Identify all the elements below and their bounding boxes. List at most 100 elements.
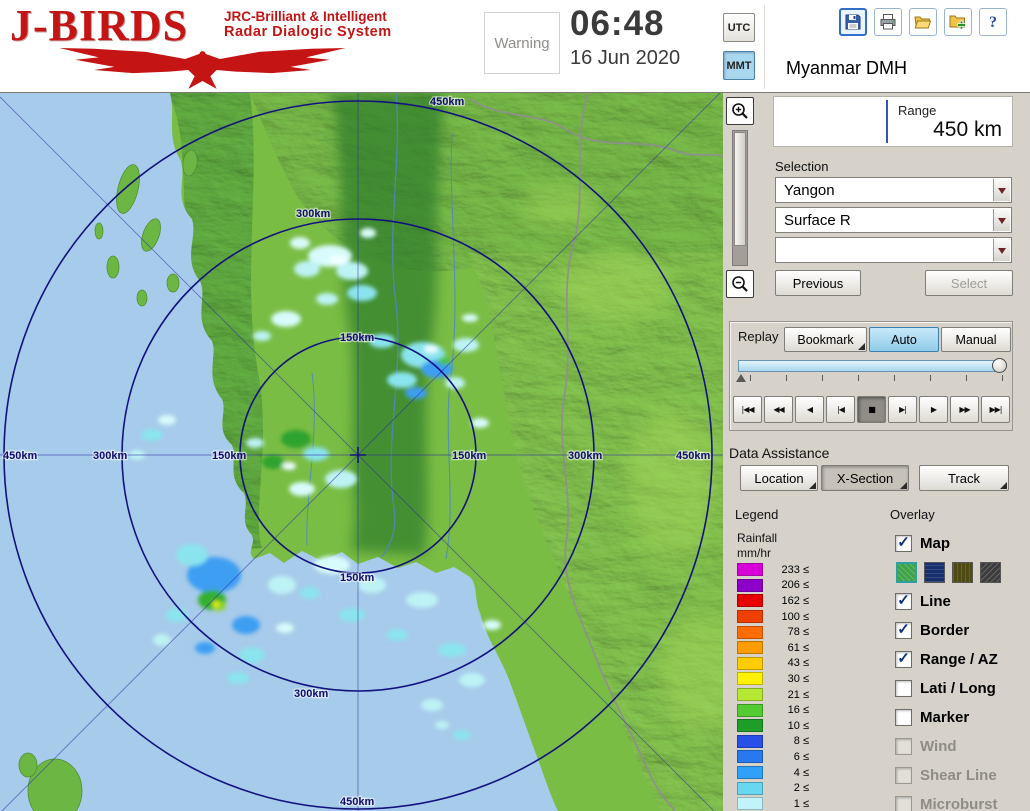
legend-value-label: 162 ≤: [781, 594, 809, 607]
da-track-button[interactable]: Track: [919, 465, 1009, 491]
extra-dropdown-button[interactable]: [993, 239, 1010, 261]
range-ring-label: 150km: [212, 450, 246, 462]
replay-timeline-slider[interactable]: [738, 358, 1007, 373]
legend-color-swatch: [737, 734, 763, 748]
map-style-dark-blue[interactable]: [924, 562, 945, 583]
print-button[interactable]: [874, 8, 902, 36]
header-separator: [764, 5, 765, 89]
checkbox-border[interactable]: ✓: [895, 622, 912, 639]
legend-color-swatch: [737, 563, 763, 577]
legend-value-label: 6 ≤: [793, 750, 809, 763]
playback-play-reverse-button[interactable]: ◀: [795, 396, 824, 423]
legend-row: 206 ≤: [737, 578, 857, 594]
range-ring-label: 450km: [430, 96, 464, 108]
overlay-item-map[interactable]: ✓ Map: [895, 529, 1030, 558]
overlay-item-border[interactable]: ✓ Border: [895, 616, 1030, 645]
legend-value-label: 4 ≤: [793, 766, 809, 779]
legend-row: 16 ≤: [737, 702, 857, 718]
manual-mode-button[interactable]: Manual: [941, 327, 1011, 352]
save-button[interactable]: [839, 8, 867, 36]
print-icon: [880, 14, 896, 30]
playback-rewind-button[interactable]: ◀◀: [764, 396, 793, 423]
checkbox-range-az[interactable]: ✓: [895, 651, 912, 668]
zoom-out-button[interactable]: [726, 270, 754, 298]
playback-controls: |◀◀ ◀◀ ◀ |◀ ■ ▶| ▶ ▶▶ ▶▶|: [733, 396, 1010, 423]
overlay-item-range-az[interactable]: ✓ Range / AZ: [895, 645, 1030, 674]
legend-value-label: 21 ≤: [787, 688, 809, 701]
slider-start-marker: [736, 374, 746, 382]
mmt-button[interactable]: MMT: [723, 51, 755, 80]
playback-skip-end-button[interactable]: ▶▶|: [981, 396, 1010, 423]
overlay-label-lati-long: Lati / Long: [920, 680, 996, 697]
playback-step-back-button[interactable]: |◀: [826, 396, 855, 423]
zoom-slider-thumb[interactable]: [734, 132, 746, 246]
overlay-item-line[interactable]: ✓ Line: [895, 587, 1030, 616]
checkbox-microburst: [895, 796, 912, 811]
map-style-dark-gray[interactable]: [980, 562, 1001, 583]
overlay-label-marker: Marker: [920, 709, 970, 726]
extra-dropdown[interactable]: [775, 237, 1012, 263]
playback-fast-forward-button[interactable]: ▶▶: [950, 396, 979, 423]
select-button[interactable]: Select: [925, 270, 1013, 296]
import-button[interactable]: [944, 8, 972, 36]
product-dropdown-button[interactable]: [993, 209, 1010, 231]
overlay-label-line: Line: [920, 593, 951, 610]
playback-stop-button[interactable]: ■: [857, 396, 886, 423]
map-style-terrain-green[interactable]: [896, 562, 917, 583]
auto-mode-button[interactable]: Auto: [869, 327, 939, 352]
clock-time: 06:48: [570, 4, 665, 43]
legend-unit-rainfall: Rainfall: [737, 531, 778, 545]
da-x-section-button[interactable]: X-Section: [821, 465, 909, 491]
map-style-dark-olive[interactable]: [952, 562, 973, 583]
zoom-in-button[interactable]: [726, 97, 754, 125]
range-ring-label: 300km: [568, 450, 602, 462]
radar-map-display[interactable]: 450km 300km 150km 450km 300km 150km 150km 300km…: [0, 92, 723, 811]
help-button[interactable]: ?: [979, 8, 1007, 36]
replay-section: Replay Bookmark Auto Manual |◀◀ ◀◀ ◀ |◀ ■ ▶| ▶…: [729, 321, 1013, 431]
header-bar: J-BIRDS JRC-Brilliant & Intelligent Rada…: [0, 0, 1030, 93]
svg-text:?: ?: [989, 14, 997, 31]
slider-tick: [966, 375, 967, 381]
utc-button[interactable]: UTC: [723, 13, 755, 42]
zoom-slider-track[interactable]: [732, 130, 748, 266]
station-name: Myanmar DMH: [786, 58, 908, 78]
product-dropdown[interactable]: Surface R: [775, 207, 1012, 233]
open-button[interactable]: [909, 8, 937, 36]
checkbox-line[interactable]: ✓: [895, 593, 912, 610]
site-dropdown-button[interactable]: [993, 179, 1010, 201]
legend-color-swatch: [737, 625, 763, 639]
range-label: Range: [898, 103, 937, 118]
overlay-item-lati-long[interactable]: Lati / Long: [895, 674, 1030, 703]
playback-step-forward-button[interactable]: ▶|: [888, 396, 917, 423]
legend-value-label: 8 ≤: [793, 735, 809, 748]
legend-row: 233 ≤: [737, 562, 857, 578]
checkbox-map[interactable]: ✓: [895, 535, 912, 552]
warning-button[interactable]: Warning: [484, 12, 560, 74]
range-ring-label: 150km: [340, 572, 374, 584]
legend-color-swatch: [737, 719, 763, 733]
range-ring-label: 300km: [93, 450, 127, 462]
da-location-button[interactable]: Location: [740, 465, 818, 491]
checkbox-wind: [895, 738, 912, 755]
app-logo: J-BIRDS JRC-Brilliant & Intelligent Rada…: [10, 2, 405, 92]
legend-color-swatch: [737, 750, 763, 764]
playback-skip-start-button[interactable]: |◀◀: [733, 396, 762, 423]
legend-color-swatch: [737, 797, 763, 811]
data-assistance-title: Data Assistance: [729, 445, 830, 461]
checkbox-marker[interactable]: [895, 709, 912, 726]
bookmark-button[interactable]: Bookmark: [784, 327, 867, 352]
legend-row: 30 ≤: [737, 671, 857, 687]
overlay-label-map: Map: [920, 535, 950, 552]
playback-play-button[interactable]: ▶: [919, 396, 948, 423]
checkbox-lati-long[interactable]: [895, 680, 912, 697]
selection-label: Selection: [775, 159, 829, 174]
slider-ticks: [750, 375, 1004, 382]
replay-slider-thumb[interactable]: [992, 358, 1007, 373]
previous-button[interactable]: Previous: [775, 270, 861, 296]
legend-row: 78 ≤: [737, 624, 857, 640]
app-title: J-BIRDS: [10, 1, 189, 50]
overlay-item-marker[interactable]: Marker: [895, 703, 1030, 732]
site-dropdown[interactable]: Yangon: [775, 177, 1012, 203]
range-display: Range 450 km: [773, 96, 1013, 147]
legend-unit-mmhr: mm/hr: [737, 546, 771, 560]
